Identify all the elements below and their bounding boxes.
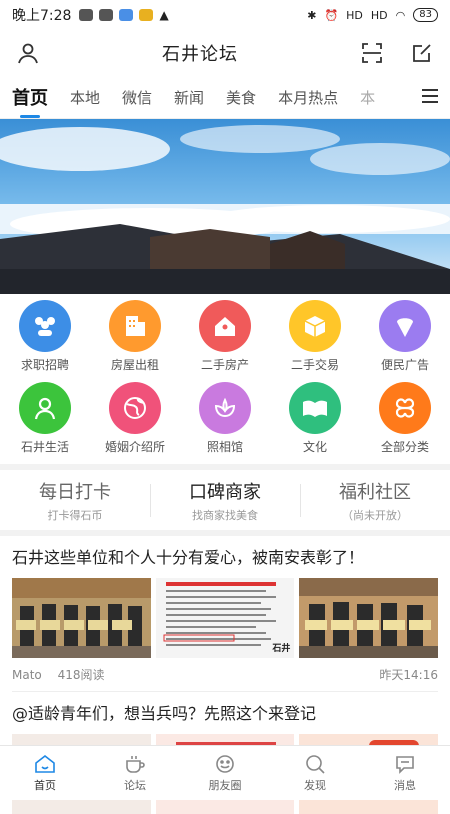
- promo-title: 每日打卡: [39, 481, 111, 503]
- article-thumbnail[interactable]: 石井: [155, 578, 295, 658]
- tab-food[interactable]: 美食: [226, 87, 256, 108]
- category-label: 文化: [302, 440, 327, 454]
- nav-label: 朋友圈: [208, 778, 242, 792]
- bottom-navigation: 首页 论坛 朋友圈 发现 消息: [0, 745, 450, 800]
- channel-tabs: 首页 本地 微信 新闻 美食 本月热点 本: [0, 76, 450, 119]
- promo-subtitle: （尚未开放）: [342, 508, 408, 522]
- promo-title: 福利社区: [339, 481, 411, 503]
- person-icon: [19, 382, 71, 434]
- banner-image[interactable]: [0, 119, 450, 294]
- article-author[interactable]: Mato: [12, 668, 42, 682]
- search-icon: [306, 754, 325, 774]
- category-jobs[interactable]: 求职招聘: [0, 300, 90, 382]
- signal-icon: HD: [346, 8, 363, 22]
- scan-icon[interactable]: [358, 39, 386, 67]
- article-time: 昨天14:16: [379, 668, 438, 682]
- home-icon: [35, 754, 55, 773]
- flower-icon: [199, 382, 251, 434]
- app-notif-icon-2: [139, 9, 154, 21]
- nav-label: 发现: [304, 778, 326, 792]
- promo-merchants[interactable]: 口碑商家 找商家找美食: [150, 478, 300, 523]
- category-label: 房屋出租: [110, 358, 159, 372]
- category-label: 二手交易: [290, 358, 339, 372]
- alarm-icon: ⏰: [324, 8, 339, 22]
- house-icon: [199, 300, 251, 352]
- category-culture[interactable]: 文化: [270, 382, 360, 464]
- arrow-notif-icon: ▲: [159, 8, 169, 22]
- compose-icon[interactable]: [408, 39, 436, 67]
- category-life[interactable]: 石井生活: [0, 382, 90, 464]
- article-thumbnail[interactable]: [299, 578, 439, 658]
- category-label: 石井生活: [20, 440, 69, 454]
- building-icon: [109, 300, 161, 352]
- tab-more[interactable]: 本: [360, 87, 375, 108]
- chat-icon: [396, 755, 414, 774]
- category-all[interactable]: 全部分类: [360, 382, 450, 464]
- nav-messages[interactable]: 消息: [360, 746, 450, 800]
- nav-forum[interactable]: 论坛: [90, 746, 180, 800]
- tab-news[interactable]: 新闻: [174, 87, 204, 108]
- people-icon: [19, 300, 71, 352]
- category-second-hand-trade[interactable]: 二手交易: [270, 300, 360, 382]
- article-thumbnails: 石井: [12, 578, 439, 658]
- profile-icon[interactable]: [14, 39, 42, 67]
- icecream-icon: [379, 300, 431, 352]
- category-second-hand-housing[interactable]: 二手房产: [180, 300, 270, 382]
- cup-icon: [126, 755, 145, 773]
- tab-local[interactable]: 本地: [70, 87, 100, 108]
- menu-icon[interactable]: [422, 88, 438, 107]
- category-ads[interactable]: 便民广告: [360, 300, 450, 382]
- promo-checkin[interactable]: 每日打卡 打卡得石币: [0, 478, 150, 523]
- article-meta: Mato 418阅读 昨天14:16: [12, 666, 438, 692]
- feed-article[interactable]: 石井这些单位和个人十分有爱心，被南安表彰了！ 石井 Mato 418阅读 昨天1…: [0, 536, 450, 692]
- tab-home[interactable]: 首页: [12, 84, 48, 118]
- nav-label: 消息: [394, 778, 416, 792]
- nav-moments[interactable]: 朋友圈: [180, 746, 270, 800]
- tab-wechat[interactable]: 微信: [122, 87, 152, 108]
- category-label: 二手房产: [200, 358, 249, 372]
- category-label: 照相馆: [206, 440, 243, 454]
- promo-welfare[interactable]: 福利社区 （尚未开放）: [300, 478, 450, 523]
- thumbnail-brand-label: 石井: [272, 644, 291, 654]
- category-rental[interactable]: 房屋出租: [90, 300, 180, 382]
- wechat-icon-2: [99, 9, 114, 21]
- status-time: 晚上7:28: [12, 8, 72, 24]
- nav-label: 论坛: [124, 778, 146, 792]
- nav-discover[interactable]: 发现: [270, 746, 360, 800]
- bluetooth-icon: ✱: [307, 8, 317, 22]
- status-bar: 晚上7:28 ▲ ✱ ⏰ HD HD ◠ 83: [0, 0, 450, 30]
- category-label: 求职招聘: [20, 358, 69, 372]
- article-title[interactable]: @适龄青年们，想当兵吗？先照这个来登记: [12, 702, 438, 726]
- promo-title: 口碑商家: [189, 481, 261, 503]
- category-label: 婚姻介绍所: [104, 440, 165, 454]
- tab-monthly-hot[interactable]: 本月热点: [278, 87, 338, 108]
- category-photo[interactable]: 照相馆: [180, 382, 270, 464]
- category-grid: 求职招聘 房屋出租 二手房产 二手交易 便民广告 石井生活 婚姻介绍所 照相馆 …: [0, 294, 450, 464]
- promo-row: 每日打卡 打卡得石币 口碑商家 找商家找美食 福利社区 （尚未开放）: [0, 470, 450, 530]
- box-icon: [289, 300, 341, 352]
- category-label: 全部分类: [380, 440, 429, 454]
- clover-icon: [379, 382, 431, 434]
- signal-icon-2: HD: [370, 8, 388, 22]
- article-read-count: 418阅读: [57, 668, 105, 682]
- smile-icon: [216, 754, 234, 773]
- battery-indicator: 83: [413, 8, 438, 22]
- nav-home[interactable]: 首页: [0, 746, 90, 800]
- wifi-icon: ◠: [395, 8, 406, 22]
- nav-label: 首页: [34, 778, 56, 792]
- app-notif-icon: [119, 9, 134, 21]
- article-thumbnail[interactable]: [12, 578, 151, 658]
- promo-subtitle: 找商家找美食: [192, 508, 258, 522]
- globe-icon: [109, 382, 161, 434]
- promo-subtitle: 打卡得石币: [47, 508, 103, 522]
- wechat-icon: [79, 9, 94, 21]
- page-title: 石井论坛: [162, 44, 238, 65]
- book-icon: [289, 382, 341, 434]
- article-title[interactable]: 石井这些单位和个人十分有爱心，被南安表彰了！: [12, 546, 438, 570]
- category-marriage[interactable]: 婚姻介绍所: [90, 382, 180, 464]
- top-bar: 石井论坛: [0, 30, 450, 76]
- category-label: 便民广告: [380, 358, 429, 372]
